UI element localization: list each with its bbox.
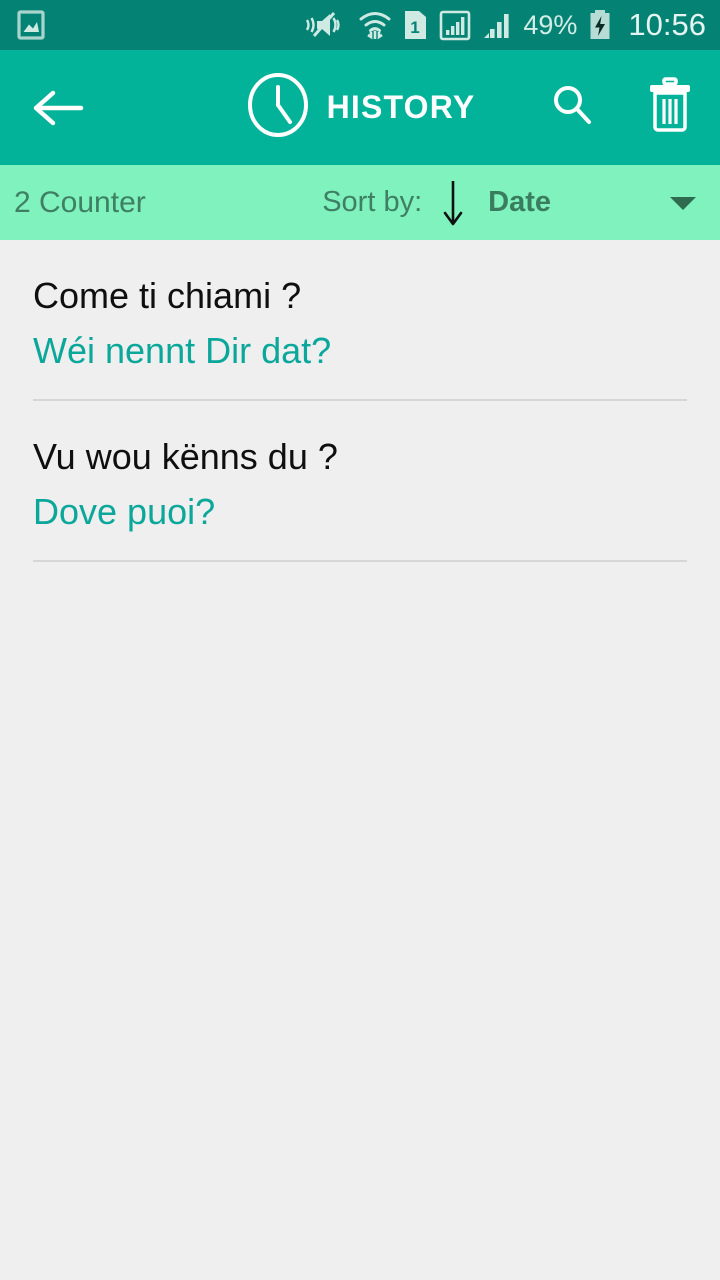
history-source-text: Come ti chiami ? — [33, 275, 302, 316]
signal-bars-boxed-icon — [439, 9, 471, 41]
list-item[interactable]: Come ti chiami ? Wéi nennt Dir dat? — [33, 240, 687, 401]
app-bar: HISTORY — [0, 50, 720, 165]
sort-by-label: Sort by: — [322, 186, 423, 218]
delete-icon[interactable] — [646, 77, 694, 138]
chevron-down-icon[interactable] — [668, 193, 698, 213]
status-bar-clock: 10:56 — [628, 7, 706, 42]
history-list: Come ti chiami ? Wéi nennt Dir dat? Vu w… — [0, 240, 720, 562]
history-target-text: Dove puoi? — [33, 490, 216, 532]
sort-value-label[interactable]: Date — [488, 186, 551, 219]
counter-label: 2 Counter — [14, 185, 146, 219]
mute-vibrate-icon — [303, 9, 347, 41]
sort-direction-arrow-down-icon[interactable] — [440, 177, 466, 229]
sort-bar: 2 Counter Sort by: Date — [0, 165, 720, 240]
battery-percent-label: 49% — [523, 9, 578, 40]
status-bar-right: 1 49% 10:56 — [303, 7, 706, 43]
sort-control[interactable]: Sort by: Date — [322, 177, 698, 229]
history-target-text: Wéi nennt Dir dat? — [33, 329, 332, 371]
history-source-text: Vu wou kënns du ? — [33, 435, 338, 477]
list-item[interactable]: Vu wou kënns du ? Dove puoi? — [33, 401, 687, 562]
sim-card-1-icon: 1 — [403, 9, 428, 41]
wifi-transfer-icon — [358, 9, 392, 41]
status-bar-left — [16, 9, 46, 41]
search-icon[interactable] — [548, 81, 596, 134]
page-title: HISTORY — [326, 89, 476, 125]
svg-text:1: 1 — [411, 18, 420, 37]
battery-charging-icon — [588, 9, 612, 41]
signal-bars-icon — [482, 9, 512, 41]
app-bar-actions — [548, 77, 694, 138]
back-button[interactable] — [26, 77, 88, 139]
image-icon — [16, 9, 46, 41]
status-bar: 1 49% 10:56 — [0, 0, 720, 50]
clock-icon — [245, 72, 311, 143]
